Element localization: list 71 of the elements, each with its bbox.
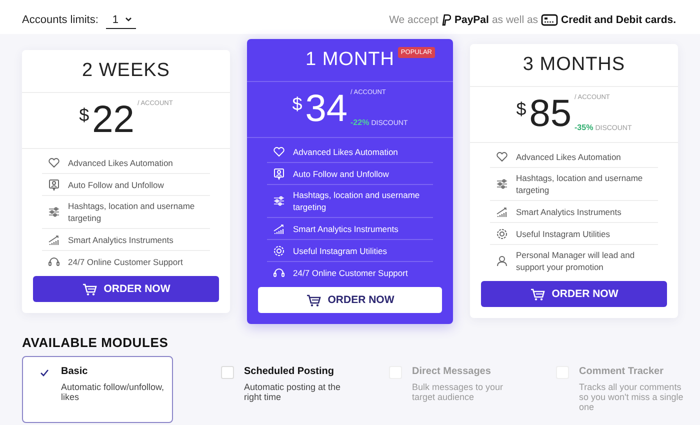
check-icon xyxy=(40,368,49,376)
limit-label: Accounts limits: xyxy=(22,14,98,26)
cart-icon xyxy=(82,282,97,296)
sliders-icon xyxy=(496,178,508,190)
order-button[interactable]: ORDER NOW xyxy=(258,287,442,313)
chart-icon xyxy=(48,234,60,246)
price-amount: 85 xyxy=(529,92,572,137)
chevron-icon xyxy=(124,17,132,22)
headset-icon xyxy=(273,266,285,278)
feature-text: Hashtags, location and username targeting xyxy=(293,189,421,213)
feature-text: Useful Instagram Utilities xyxy=(516,228,610,240)
plan-title: 1 MONTH xyxy=(306,49,394,71)
feature-text: Smart Analytics Instruments xyxy=(68,234,174,246)
checkbox[interactable] xyxy=(221,366,234,379)
order-button[interactable]: ORDER NOW xyxy=(33,276,219,302)
gear-icon xyxy=(496,228,508,240)
sliders-icon xyxy=(273,195,285,207)
discount-percent: -35% xyxy=(574,123,594,132)
feature-text: Advanced Likes Automation xyxy=(516,150,621,162)
feature-text: Advanced Likes Automation xyxy=(293,146,398,158)
feature-text: Smart Analytics Instruments xyxy=(293,222,398,234)
cart-icon xyxy=(530,288,545,300)
module-description: Automatic posting at the right time xyxy=(244,382,342,402)
headset-icon xyxy=(48,256,60,268)
card-icon xyxy=(541,14,558,26)
heart-icon xyxy=(273,146,285,158)
paypal-icon xyxy=(441,14,452,26)
order-button[interactable]: ORDER NOW xyxy=(481,281,667,307)
payment-text: as well as xyxy=(492,14,538,26)
plan-title: 3 MONTHS xyxy=(522,54,626,76)
feature-text: 24/7 Online Customer Support xyxy=(293,266,408,278)
discount-percent: -22% xyxy=(350,118,370,127)
module-option[interactable]: Scheduled Posting Automatic posting at the right time xyxy=(205,356,356,423)
profile-icon xyxy=(48,178,60,190)
section-heading: AVAILABLE MODULES xyxy=(22,335,170,350)
currency-sign: $ xyxy=(79,105,90,126)
paypal-label: PayPal xyxy=(454,14,489,26)
accounts-select[interactable]: 1 xyxy=(106,12,136,28)
feature-text: Smart Analytics Instruments xyxy=(516,206,622,218)
gear-icon xyxy=(273,244,285,256)
feature-text: Personal Manager will lead and support your promotion xyxy=(516,249,636,273)
feature-text: Auto Follow and Unfollow xyxy=(68,178,164,190)
module-name: Basic xyxy=(61,366,89,377)
feature-text: Hashtags, location and username targeting xyxy=(68,200,196,224)
module-name: Direct Messages xyxy=(412,366,492,377)
feature-text: 24/7 Online Customer Support xyxy=(68,256,183,268)
feature-text: Advanced Likes Automation xyxy=(68,156,173,168)
module-name: Scheduled Posting xyxy=(244,366,336,377)
chart-icon xyxy=(273,222,285,234)
feature-text: Useful Instagram Utilities xyxy=(293,244,388,256)
price-amount: 34 xyxy=(305,87,348,132)
cart-icon xyxy=(306,294,321,306)
module-option[interactable]: Basic Automatic follow/unfollow, likes xyxy=(22,356,173,423)
module-description: Bulk messages to your target audience xyxy=(412,382,504,402)
payment-text: We accept xyxy=(389,14,438,26)
feature-text: Hashtags, location and username targeting xyxy=(516,172,644,196)
heart-icon xyxy=(496,150,508,162)
price-amount: 22 xyxy=(92,98,134,143)
currency-sign: $ xyxy=(516,99,526,120)
card-label: Credit and Debit cards. xyxy=(561,14,676,26)
person-icon xyxy=(496,255,508,267)
plan-title: 2 WEEKS xyxy=(82,60,170,82)
chart-icon xyxy=(496,206,508,218)
feature-text: Auto Follow and Unfollow xyxy=(293,168,389,180)
sliders-icon xyxy=(48,206,60,218)
module-description: Tracks all your comments so you won't miss a single one xyxy=(579,382,684,412)
module-name: Comment Tracker xyxy=(579,366,664,377)
currency-sign: $ xyxy=(292,94,302,115)
module-description: Automatic follow/unfollow, likes xyxy=(61,382,166,402)
profile-icon xyxy=(273,168,285,180)
heart-icon xyxy=(48,156,60,168)
